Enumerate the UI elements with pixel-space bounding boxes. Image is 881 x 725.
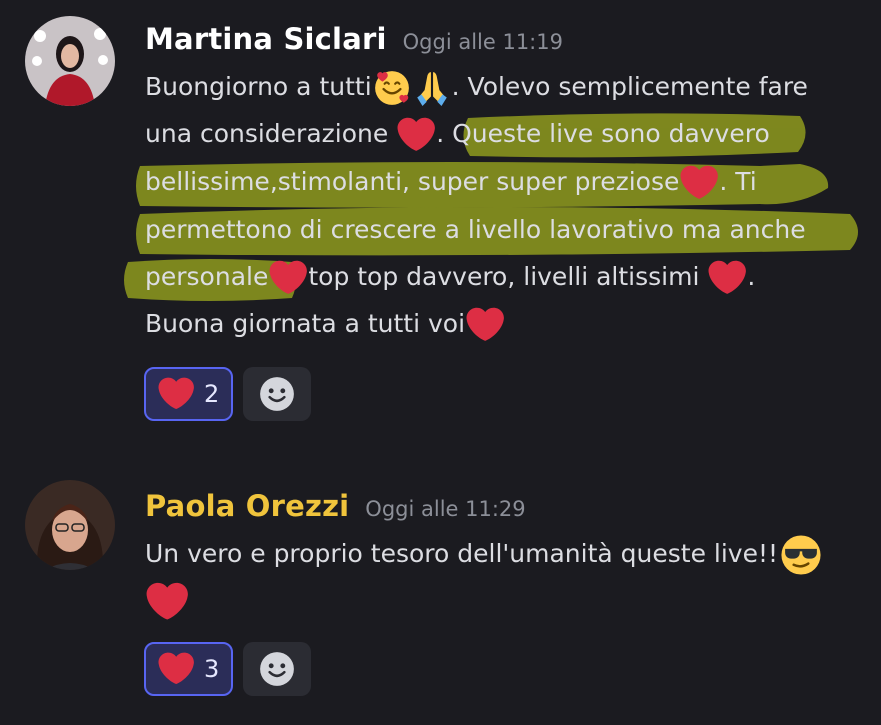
smiley-icon: [258, 375, 296, 413]
message-line: Buona giornata a tutti voi: [145, 301, 505, 347]
reaction-heart-button[interactable]: 2: [144, 367, 234, 421]
folded-hands-icon: [413, 69, 451, 107]
add-reaction-button[interactable]: [243, 642, 312, 696]
heart-icon: [397, 116, 435, 154]
avatar[interactable]: [25, 16, 115, 106]
message-line: Un vero e proprio tesoro dell'umanità qu…: [145, 531, 824, 577]
author-name[interactable]: Martina Siclari: [145, 22, 387, 56]
heart-icon: [466, 306, 504, 344]
reaction-count: 2: [204, 380, 220, 408]
reaction-heart-button[interactable]: 3: [144, 642, 234, 696]
message-line: bellissime,stimolanti, super super prezi…: [145, 159, 757, 205]
heart-icon: [708, 259, 746, 297]
heart-icon: [680, 164, 718, 202]
sunglasses-face-icon: [779, 533, 823, 577]
message-line: permettono di crescere a livello lavorat…: [145, 215, 806, 244]
heart-icon: [158, 651, 194, 687]
smiling-face-with-hearts-icon: [373, 69, 411, 107]
smiley-icon: [258, 650, 296, 688]
message-line: personale top top davvero, livelli altiss…: [145, 254, 755, 300]
author-name[interactable]: Paola Orezzi: [145, 489, 349, 523]
heart-icon: [269, 259, 307, 297]
heart-icon: [158, 376, 194, 412]
message-line: [145, 578, 189, 624]
timestamp: Oggi alle 11:29: [365, 497, 526, 521]
reaction-count: 3: [204, 655, 220, 683]
message-line: una considerazione . Queste live sono da…: [145, 111, 770, 157]
message-line: Buongiorno a tutti. Volevo semplicemente…: [145, 64, 808, 110]
avatar[interactable]: [25, 480, 115, 570]
heart-icon: [146, 581, 188, 623]
add-reaction-button[interactable]: [243, 367, 312, 421]
timestamp: Oggi alle 11:19: [402, 30, 563, 54]
